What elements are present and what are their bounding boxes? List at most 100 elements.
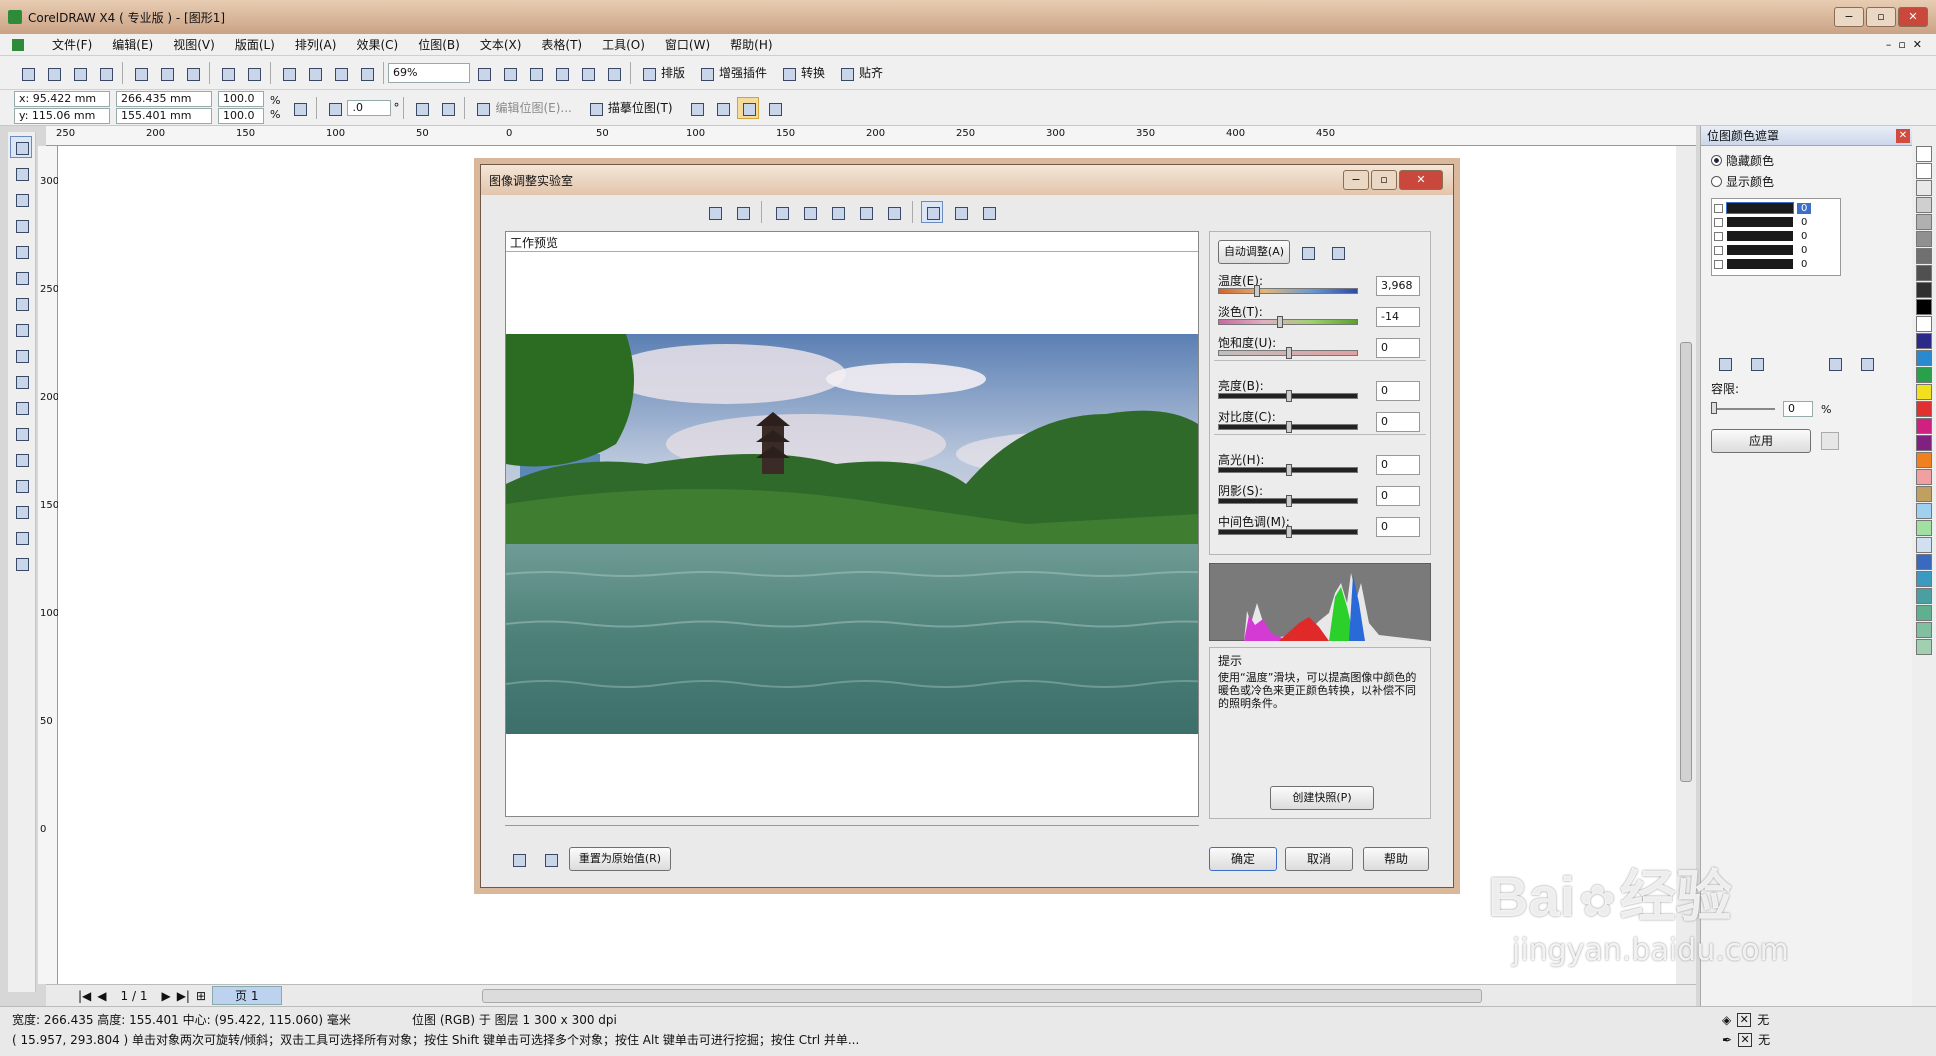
zoom-in-icon[interactable] [472,62,494,84]
vertical-scroll-thumb[interactable] [1680,342,1692,782]
horizontal-scrollbar[interactable] [481,988,1482,1003]
split-horizontal-icon[interactable] [977,201,999,223]
menu-arrange[interactable]: 排列(A) [285,36,347,53]
menu-effects[interactable]: 效果(C) [346,36,408,53]
enhance-plugin-button[interactable]: 增强插件 [719,64,767,81]
help-button[interactable]: 帮助 [1363,847,1429,871]
palette-swatch[interactable] [1916,180,1932,196]
paste-icon[interactable] [181,62,203,84]
menu-layout[interactable]: 版面(L) [225,36,285,53]
cancel-button[interactable]: 取消 [1285,847,1353,871]
slider-value-field[interactable]: 0 [1376,486,1420,506]
slider-thumb[interactable] [1286,421,1292,433]
slider-thumb[interactable] [1276,316,1283,328]
doc-window-controls[interactable]: – ▫ ✕ [1886,38,1922,51]
full-preview-icon[interactable] [921,201,943,223]
minimize-button[interactable]: − [1834,7,1864,27]
adjust-slider[interactable] [1218,421,1358,433]
bitmap-mask-icon[interactable] [736,96,759,119]
color-picker-icon[interactable] [1713,352,1735,374]
vertical-ruler[interactable]: 300 250 200 150 100 50 0 [38,146,59,984]
app-launcher-icon[interactable] [329,62,351,84]
next-page-icon[interactable]: ▶ [161,989,170,1003]
layout-button[interactable]: 排版 [661,64,685,81]
mask-color-row[interactable]: 0 [1714,215,1838,229]
slider-value-field[interactable]: 0 [1376,517,1420,537]
palette-swatch[interactable] [1916,163,1932,179]
palette-swatch[interactable] [1916,401,1932,417]
docker-close-icon[interactable]: ✕ [1896,128,1910,143]
zoom-tool-icon[interactable] [10,214,32,236]
save-icon[interactable] [68,62,90,84]
slider-value-field[interactable]: 0 [1376,412,1420,432]
smart-fill-icon[interactable] [10,266,32,288]
slider-value-field[interactable]: 0 [1376,455,1420,475]
last-page-icon[interactable]: ▶| [177,989,190,1003]
slider-thumb[interactable] [1253,285,1260,297]
interactive-tool-icon[interactable] [10,448,32,470]
text-tool-icon[interactable] [10,396,32,418]
slider-thumb[interactable] [1286,347,1292,359]
menu-edit[interactable]: 编辑(E) [102,36,163,53]
edit-bitmap-button[interactable]: 编辑位图(E)... [495,99,571,116]
mask-color-row[interactable]: 0 [1714,229,1838,243]
adjust-slider[interactable] [1218,464,1358,476]
undo-icon[interactable] [507,848,529,870]
mask-color-row[interactable]: 0 [1714,257,1838,271]
dialog-close-button[interactable]: ✕ [1399,170,1443,190]
page-tab[interactable]: 页 1 [212,986,282,1005]
cut-icon[interactable] [129,62,151,84]
dialog-maximize-button[interactable]: ▫ [1371,170,1397,190]
mirror-h-icon[interactable] [410,97,432,119]
palette-swatch[interactable] [1916,554,1932,570]
menu-bitmaps[interactable]: 位图(B) [408,36,470,53]
menu-table[interactable]: 表格(T) [531,36,592,53]
mirror-v-icon[interactable] [436,97,458,119]
palette-swatch[interactable] [1916,452,1932,468]
palette-swatch[interactable] [1916,248,1932,264]
zoom-in-icon[interactable] [798,201,820,223]
pan-icon[interactable] [770,201,792,223]
slider-thumb[interactable] [1286,495,1292,507]
menu-text[interactable]: 文本(X) [470,36,532,53]
mask-color-list[interactable]: 0 0 0 0 0 [1711,198,1841,276]
y-position-field[interactable]: y: 115.06 mm [14,108,110,124]
fill-tool-icon[interactable] [10,526,32,548]
height-field[interactable]: 155.401 mm [116,108,212,124]
convert-button[interactable]: 转换 [801,64,825,81]
palette-swatch[interactable] [1916,316,1932,332]
import-icon[interactable] [277,62,299,84]
apply-button[interactable]: 应用 [1711,429,1811,453]
wrap-text-icon[interactable] [763,97,785,119]
palette-swatch[interactable] [1916,639,1932,655]
freehand-tool-icon[interactable] [10,240,32,262]
rotation-field[interactable]: .0 [347,99,392,116]
mask-color-row[interactable]: 0 [1714,243,1838,257]
show-colors-radio[interactable] [1711,176,1722,187]
palette-swatch[interactable] [1916,588,1932,604]
ellipse-tool-icon[interactable] [10,318,32,340]
palette-swatch[interactable] [1916,299,1932,315]
palette-swatch[interactable] [1916,537,1932,553]
new-icon[interactable] [16,62,38,84]
slider-thumb[interactable] [1286,390,1292,402]
export-icon[interactable] [303,62,325,84]
menu-window[interactable]: 窗口(W) [655,36,720,53]
interactive-fill-icon[interactable] [10,552,32,574]
add-page-icon[interactable]: ⊞ [196,989,206,1003]
pick-tool-icon[interactable] [10,136,32,158]
palette-swatch[interactable] [1916,520,1932,536]
width-field[interactable]: 266.435 mm [116,91,212,107]
hide-colors-radio[interactable] [1711,155,1722,166]
zoom-selected-icon[interactable] [524,62,546,84]
welcome-icon[interactable] [355,62,377,84]
fit-icon[interactable] [854,201,876,223]
tolerance-field[interactable]: 0 [1783,401,1813,417]
palette-swatch[interactable] [1916,214,1932,230]
create-snapshot-button[interactable]: 创建快照(P) [1270,786,1374,810]
adjust-slider[interactable] [1218,285,1358,297]
adjust-slider[interactable] [1218,495,1358,507]
scale-x-field[interactable]: 100.0 [218,91,264,107]
lock-ratio-icon[interactable] [288,97,310,119]
copy-icon[interactable] [155,62,177,84]
